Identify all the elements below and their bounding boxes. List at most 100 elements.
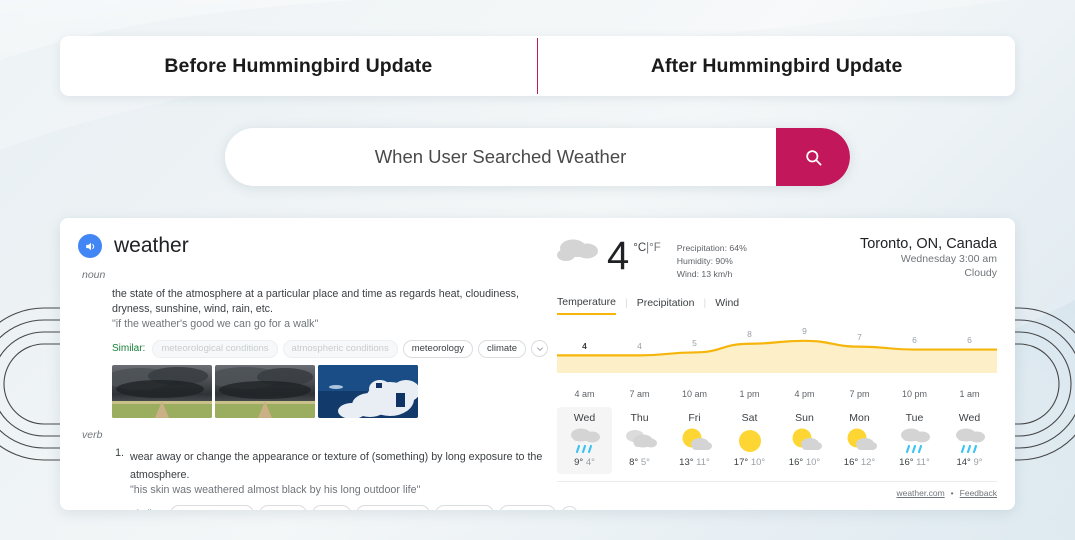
forecast-high: 16° (843, 456, 859, 468)
noun-similar-row: Similar: meteorological conditions atmos… (112, 339, 549, 358)
rain-icon (955, 428, 985, 453)
partly-sunny-icon (682, 428, 712, 450)
tab-wind[interactable]: Wind (715, 297, 739, 314)
tab-after-label: After Hummingbird Update (650, 54, 903, 77)
dictionary-images (112, 364, 523, 418)
forecast-day-icon (887, 426, 942, 456)
location-name: Toronto, ON, Canada (859, 236, 997, 252)
precipitation-stat: Precipitation: 64% (676, 243, 747, 253)
forecast-day-temps: 17° 10° (722, 457, 777, 468)
synonym-chip[interactable]: climate (478, 339, 527, 358)
forecast-high: 14° (956, 456, 971, 468)
forecast-day-icon (777, 426, 832, 456)
forecast-low: 4° (585, 456, 595, 468)
forecast-low: 10° (805, 456, 821, 468)
storm-road-image-1[interactable] (112, 364, 212, 418)
synonym-chip[interactable]: disintegrating (355, 505, 431, 510)
search-input[interactable] (225, 128, 776, 186)
forecast-day[interactable]: Tue 16° 11° (887, 407, 942, 474)
weather-location-block: Toronto, ON, Canada Wednesday 3:00 am Cl… (860, 236, 997, 280)
forecast-day-temps: 16° 10° (777, 457, 832, 468)
forecast-day-name: Thu (630, 411, 649, 424)
rain-icon (570, 428, 600, 453)
synonym-chip[interactable]: weather-beaten (170, 505, 255, 510)
weather-stats: Precipitation: 64% Humidity: 90% Wind: 1… (677, 242, 747, 282)
storm-road-image-2[interactable] (215, 364, 315, 418)
forecast-low: 11° (696, 456, 710, 468)
forecast-day-name: Sat (741, 411, 758, 424)
forecast-low: 12° (860, 456, 876, 468)
noun-definition-block: the state of the atmosphere at a particu… (78, 287, 549, 358)
weather-panel: 4 °C|°F Precipitation: 64% Humidity: 90%… (537, 218, 1015, 510)
forecast-day-name: Tue (905, 411, 924, 424)
forecast-high: 16° (788, 456, 804, 468)
forecast-day-temps: 16° 12° (832, 457, 887, 468)
forecast-low: 5° (640, 456, 650, 468)
chart-x-label: 10 am (681, 388, 707, 399)
weather-source-link[interactable]: weather.com (896, 488, 944, 498)
noun-example: "if the weather's good we can go for a w… (112, 318, 319, 331)
part-of-speech-verb: verb (82, 428, 103, 441)
unit-fahrenheit[interactable]: °F (649, 242, 661, 254)
synonym-chip[interactable]: crumbling (435, 505, 495, 510)
tab-before-label: Before Hummingbird Update (164, 54, 433, 77)
synonym-chip[interactable]: meteorology (402, 339, 473, 358)
synonym-chip[interactable]: eroded (259, 505, 307, 510)
forecast-high: 8° (629, 456, 639, 468)
forecast-day[interactable]: Thu 8° 5° (612, 407, 667, 474)
chart-x-label: 7 am (629, 388, 650, 399)
dictionary-header: weather (78, 234, 523, 258)
chart-x-label: 7 pm (849, 388, 870, 399)
forecast-day[interactable]: Sat 17° 10° (722, 407, 777, 474)
forecast-day-name: Mon (849, 411, 870, 424)
synonym-chip[interactable]: atmospheric conditions (282, 339, 398, 358)
feedback-link[interactable]: Feedback (960, 488, 997, 498)
current-temperature: 4 (607, 234, 630, 278)
forecast-day-name: Fri (688, 411, 701, 424)
forecast-day-icon (557, 426, 612, 456)
unit-toggle[interactable]: °C|°F (633, 242, 661, 254)
storm-road-thumb-2 (215, 364, 315, 418)
forecast-day-icon (667, 426, 722, 456)
forecast-high: 13° (679, 456, 694, 468)
hourly-temperature-chart[interactable]: 4 4 5 8 9 7 6 6 (557, 326, 997, 385)
unit-celsius[interactable]: °C (633, 242, 646, 254)
tab-before-hummingbird[interactable]: Before Hummingbird Update (60, 36, 537, 96)
forecast-day-name: Wed (573, 411, 596, 424)
results-panels: weather noun the state of the atmosphere… (60, 218, 1015, 510)
forecast-high: 17° (733, 456, 749, 468)
forecast-day-icon (832, 426, 887, 456)
synonym-chip[interactable]: meteorological conditions (152, 339, 278, 358)
cumulus-sky-thumb (318, 364, 418, 418)
forecast-day[interactable]: Fri 13° 11° (667, 407, 722, 474)
location-datetime: Wednesday 3:00 am (900, 253, 997, 265)
forecast-day-temps: 8° 5° (612, 457, 667, 468)
chart-x-label: 4 am (574, 388, 595, 399)
chart-point-label: 6 (967, 335, 972, 346)
forecast-day[interactable]: Mon 16° 12° (832, 407, 887, 474)
comparison-tabs: Before Hummingbird Update After Hummingb… (60, 36, 1015, 96)
synonym-chip[interactable]: worn (311, 505, 351, 510)
forecast-day-icon (942, 426, 997, 456)
forecast-day[interactable]: Wed 9° 4° (557, 406, 612, 474)
weather-current: 4 °C|°F Precipitation: 64% Humidity: 90%… (557, 236, 997, 282)
search-button[interactable] (776, 128, 850, 186)
speaker-glyph (85, 242, 94, 250)
chart-point-label: 4 (582, 341, 587, 352)
tab-temperature[interactable]: Temperature (557, 296, 616, 315)
weather-metric-tabs: Temperature | Precipitation | Wind (557, 296, 997, 315)
speaker-icon[interactable] (78, 234, 102, 258)
part-of-speech-noun: noun (82, 269, 106, 281)
forecast-day-temps: 13° 11° (667, 457, 722, 468)
partly-sunny-icon (792, 428, 822, 450)
forecast-low: 11° (916, 456, 930, 468)
location-condition: Cloudy (964, 267, 997, 280)
cumulus-sky-image[interactable] (318, 364, 418, 418)
verb-definition: wear away or change the appearance or te… (130, 450, 543, 481)
forecast-day[interactable]: Wed 14° 9° (942, 407, 997, 474)
forecast-low: 10° (750, 456, 766, 468)
tab-precipitation[interactable]: Precipitation (637, 297, 695, 314)
noun-similar-label: Similar: (112, 343, 146, 355)
forecast-day[interactable]: Sun 16° 10° (777, 407, 832, 474)
tab-after-hummingbird[interactable]: After Hummingbird Update (538, 36, 1015, 96)
